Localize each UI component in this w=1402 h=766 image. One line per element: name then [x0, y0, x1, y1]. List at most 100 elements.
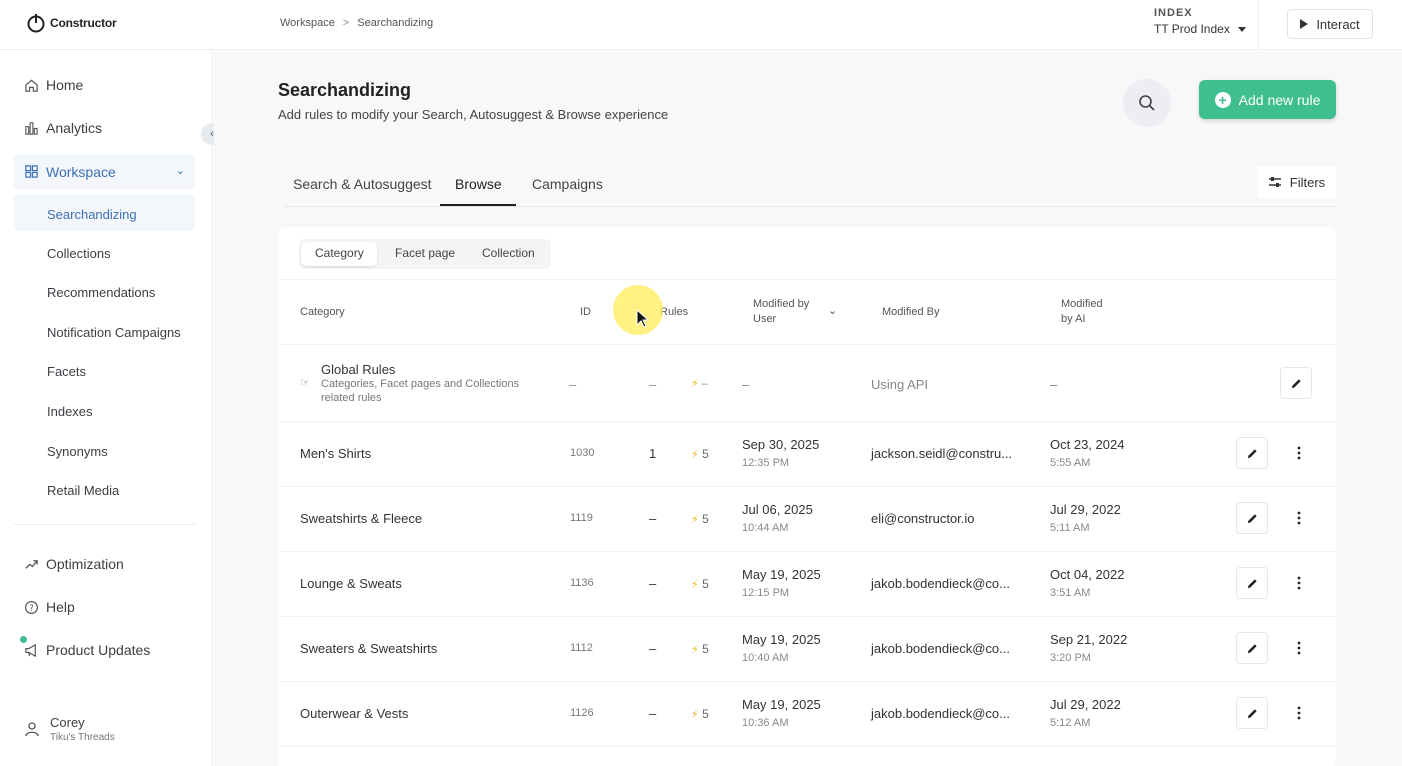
sidebar-item-product-updates[interactable]: Product Updates — [24, 642, 150, 658]
cell-category: Sweaters & Sweatshirts — [300, 641, 438, 656]
bolt-icon: ⚡ — [691, 378, 699, 390]
cell-user-time: 10:40 AM — [742, 652, 789, 664]
brand-logo[interactable]: Constructor — [26, 13, 117, 33]
chevron-right-icon: > — [342, 17, 350, 29]
segment-collection[interactable]: Collection — [482, 246, 535, 260]
edit-button[interactable] — [1236, 502, 1268, 534]
more-options-button[interactable] — [1289, 697, 1309, 729]
main-content: Searchandizing Add rules to modify your … — [214, 51, 1402, 766]
more-options-button[interactable] — [1289, 567, 1309, 599]
segment-control: Category Facet page Collection — [299, 239, 551, 269]
sidebar-item-retail-media[interactable]: Retail Media — [47, 483, 119, 498]
sort-chevron-down-icon[interactable]: ⌄ — [828, 304, 837, 319]
edit-button[interactable] — [1236, 437, 1268, 469]
cell-rules: ⚡ – — [691, 377, 708, 390]
cell-id: 1030 — [570, 447, 595, 459]
more-options-button[interactable] — [1289, 437, 1309, 469]
sidebar-item-workspace[interactable]: Workspace ⌄ — [14, 154, 195, 189]
column-header-category[interactable]: Category — [300, 305, 345, 320]
sidebar-item-optimization[interactable]: Optimization — [24, 556, 124, 572]
segment-category[interactable]: Category — [315, 246, 364, 260]
sidebar-item-notification-campaigns[interactable]: Notification Campaigns — [47, 325, 181, 340]
edit-button[interactable] — [1236, 697, 1268, 729]
cell-ai-date: Jul 29, 2022 — [1050, 697, 1121, 712]
sidebar-item-searchandizing[interactable]: Searchandizing — [47, 207, 137, 222]
cell-modified-by[interactable]: jakob.bodendieck@co... — [871, 576, 1010, 591]
global-rules-desc: Categories, Facet pages and Collections — [321, 378, 520, 390]
more-vertical-icon — [1297, 706, 1301, 720]
sidebar-item-indexes[interactable]: Indexes — [47, 404, 93, 419]
page-subtitle: Add rules to modify your Search, Autosug… — [278, 107, 669, 122]
cell-ai-time: 5:12 AM — [1050, 717, 1091, 729]
column-header-modified-by-user[interactable]: Modified by User — [753, 297, 809, 327]
cell-modified-by[interactable]: jakob.bodendieck@co... — [871, 641, 1010, 656]
user-org: Tiku's Threads — [50, 732, 115, 743]
column-header-rules[interactable]: Rules — [660, 305, 688, 320]
more-vertical-icon — [1297, 446, 1301, 460]
cell-count: – — [649, 706, 657, 721]
tab-campaigns[interactable]: Campaigns — [532, 176, 603, 192]
caret-down-icon — [1237, 26, 1246, 32]
pencil-icon — [1247, 578, 1257, 588]
sidebar-item-analytics[interactable]: Analytics — [24, 120, 102, 136]
cell-id: 1112 — [570, 642, 593, 654]
index-value-row: TT Prod Index — [1154, 22, 1254, 36]
grid-icon — [25, 165, 38, 178]
cell-modified-by[interactable]: jakob.bodendieck@co... — [871, 706, 1010, 721]
divider — [1258, 0, 1259, 50]
breadcrumb-workspace[interactable]: Workspace — [280, 17, 335, 29]
sidebar-label: Home — [46, 77, 84, 93]
sidebar-item-recommendations[interactable]: Recommendations — [47, 285, 155, 300]
cell-user-date: May 19, 2025 — [742, 697, 821, 712]
cell-modified-by[interactable]: eli@constructor.io — [871, 511, 975, 526]
column-header-modified-by[interactable]: Modified By — [882, 305, 939, 320]
bolt-icon: ⚡ — [691, 644, 699, 656]
cell-modified-by[interactable]: jackson.seidl@constru... — [871, 446, 1012, 461]
cell-ai-time: 5:11 AM — [1050, 522, 1090, 534]
analytics-icon — [25, 121, 38, 135]
sidebar-item-collections[interactable]: Collections — [47, 246, 111, 261]
tab-search-autosuggest[interactable]: Search & Autosuggest — [293, 176, 432, 192]
cell-rules: ⚡ 5 — [691, 707, 709, 721]
search-button[interactable] — [1123, 79, 1171, 127]
sidebar-item-help[interactable]: ? Help — [24, 599, 75, 615]
filters-button[interactable]: Filters — [1257, 166, 1336, 198]
search-icon — [1139, 95, 1155, 111]
pin-icon: ☞ — [300, 377, 310, 389]
interact-button[interactable]: Interact — [1287, 9, 1373, 39]
pencil-icon — [1247, 513, 1257, 523]
index-value: TT Prod Index — [1154, 22, 1230, 36]
sidebar-item-home[interactable]: Home — [24, 77, 83, 93]
cell-ai-date: Sep 21, 2022 — [1050, 632, 1128, 647]
cell-category: Outerwear & Vests — [300, 706, 409, 721]
more-options-button[interactable] — [1289, 502, 1309, 534]
column-header-modified-by-ai[interactable]: Modified by AI — [1061, 297, 1103, 327]
pencil-icon — [1291, 378, 1301, 388]
filters-label: Filters — [1289, 174, 1326, 190]
add-new-rule-button[interactable]: + Add new rule — [1199, 80, 1336, 119]
cell-ai-date: Jul 29, 2022 — [1050, 502, 1121, 517]
tabs: Search & Autosuggest Browse Campaigns — [284, 164, 1336, 207]
divider — [278, 486, 1336, 487]
global-rules-desc: related rules — [321, 392, 382, 404]
cell-id: 1126 — [570, 707, 594, 719]
cell-id: 1119 — [570, 512, 593, 524]
more-options-button[interactable] — [1289, 632, 1309, 664]
cell-count: 1 — [649, 446, 657, 461]
segment-facet-page[interactable]: Facet page — [395, 246, 455, 260]
cell-rules: ⚡ 5 — [691, 447, 709, 461]
top-bar: Constructor Workspace > Searchandizing I… — [0, 0, 1402, 50]
more-vertical-icon — [1297, 641, 1301, 655]
user-profile[interactable]: Corey Tiku's Threads — [24, 715, 115, 743]
cell-category: Men's Shirts — [300, 446, 372, 461]
edit-button[interactable] — [1280, 367, 1312, 399]
tab-browse[interactable]: Browse — [455, 176, 502, 192]
column-header-id[interactable]: ID — [580, 305, 591, 320]
index-label: INDEX — [1154, 7, 1193, 19]
divider — [278, 421, 1336, 422]
index-selector[interactable]: INDEX TT Prod Index — [1154, 7, 1254, 36]
edit-button[interactable] — [1236, 632, 1268, 664]
edit-button[interactable] — [1236, 567, 1268, 599]
sidebar-item-synonyms[interactable]: Synonyms — [47, 444, 108, 459]
sidebar-item-facets[interactable]: Facets — [47, 364, 86, 379]
